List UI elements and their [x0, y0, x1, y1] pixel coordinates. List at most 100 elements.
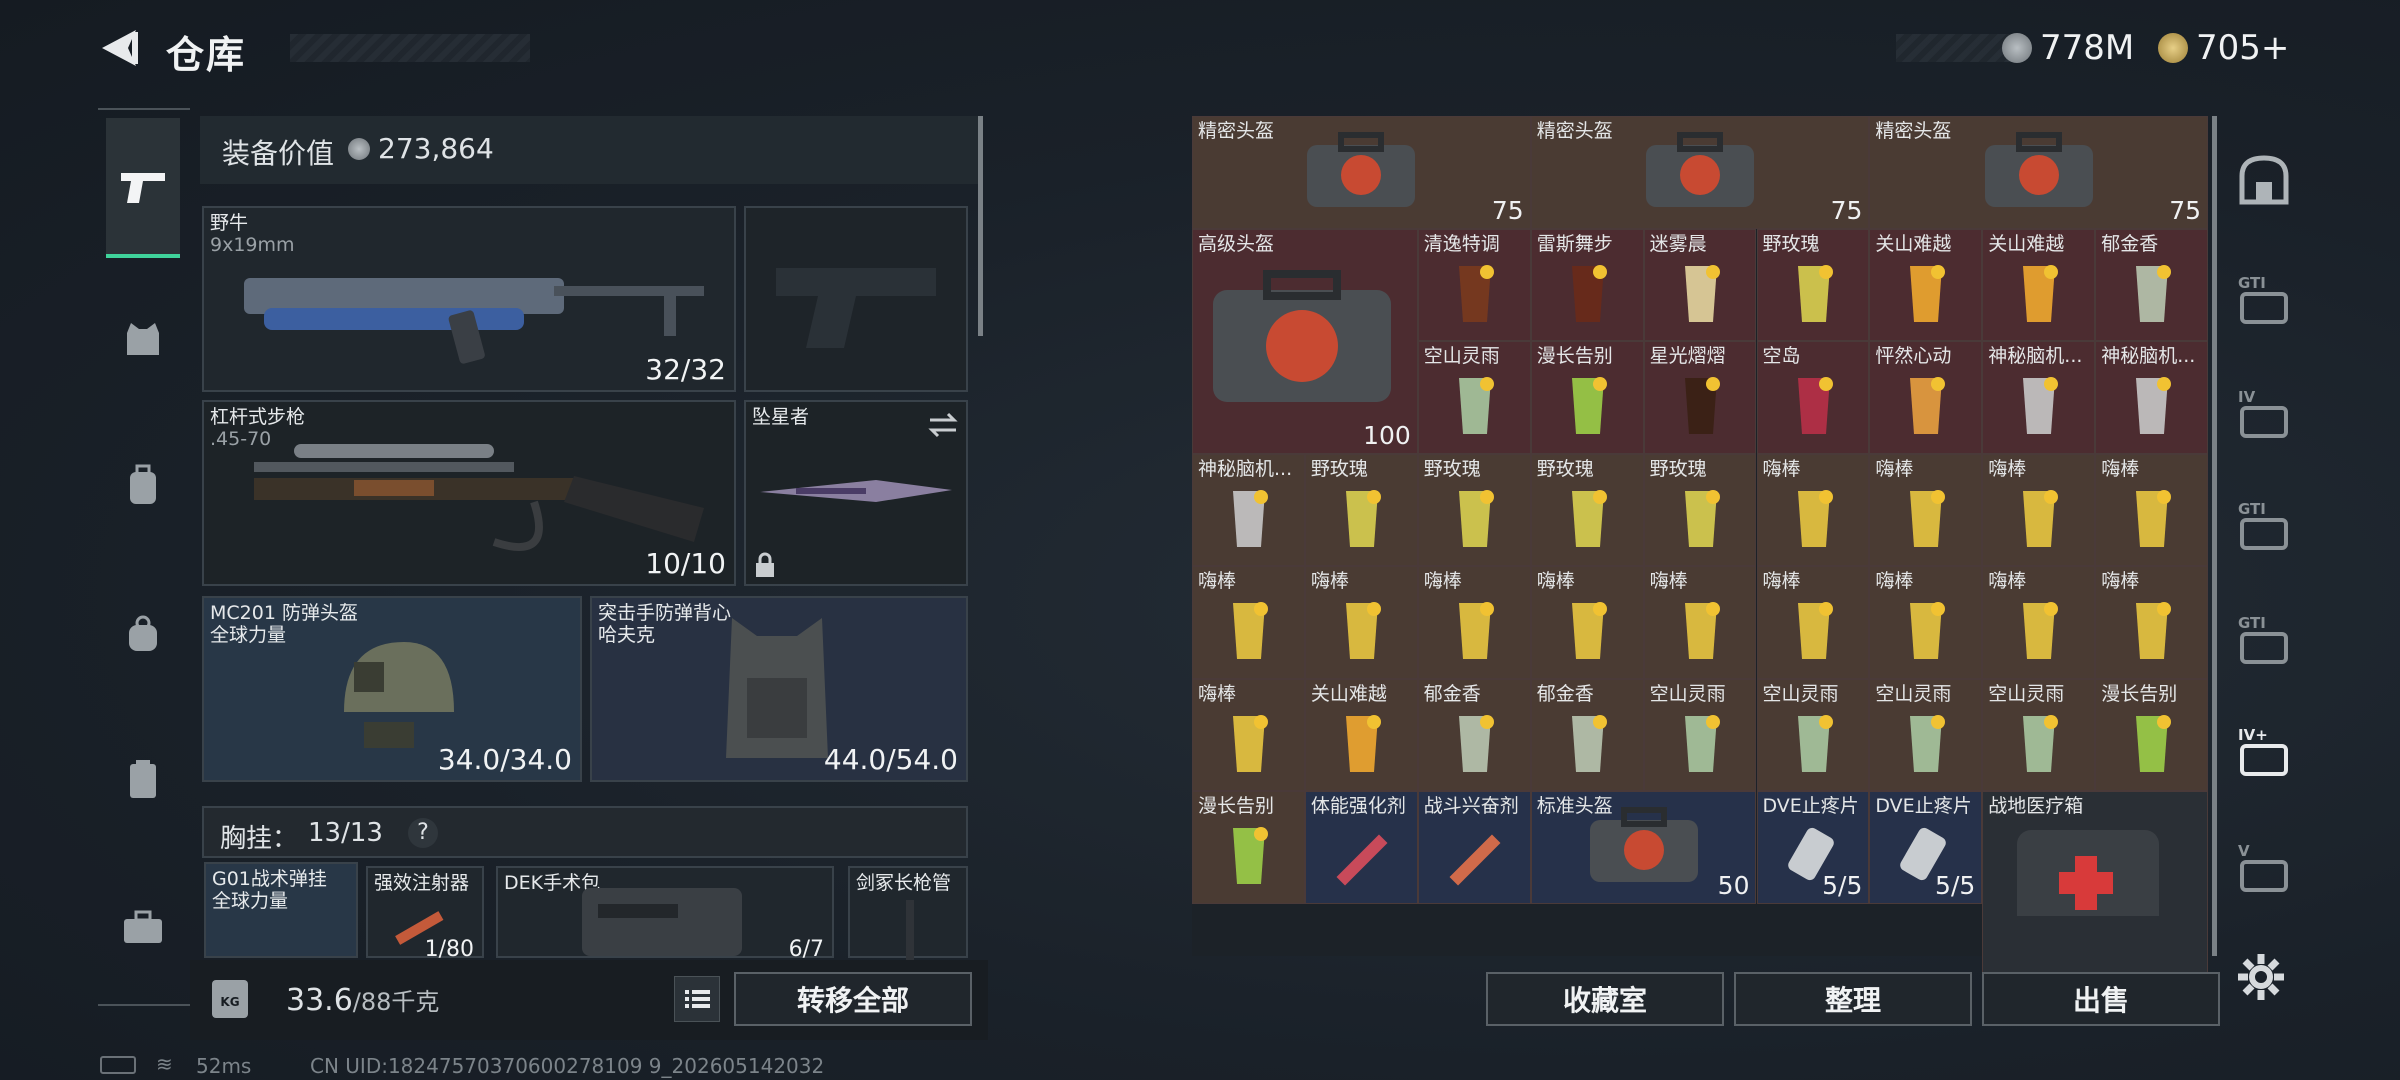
grid-item[interactable]: 嗨棒 [1756, 566, 1870, 679]
container-slot-1-icon[interactable]: GTI [2236, 272, 2292, 328]
grid-item[interactable]: 郁金香 [2095, 228, 2209, 341]
swap-icon[interactable] [928, 412, 958, 438]
sell-button[interactable]: 出售 [1982, 972, 2220, 1026]
grid-item[interactable]: 空岛 [1756, 341, 1870, 454]
grid-item[interactable]: 嗨棒 [2095, 566, 2209, 679]
helmet-durability: 34.0/34.0 [437, 743, 572, 776]
item-name: 嗨棒 [1875, 570, 1914, 592]
grid-item[interactable]: 嗨棒 [1530, 566, 1644, 679]
grid-item[interactable]: 野玫瑰 [1756, 228, 1870, 341]
grid-item[interactable]: 精密头盔 75 [1192, 116, 1531, 229]
grid-item[interactable]: 迷雾晨 [1643, 228, 1757, 341]
grid-item[interactable]: 空山灵雨 [1643, 678, 1757, 791]
grid-item[interactable]: 漫长告别 [2095, 678, 2209, 791]
nav-case[interactable] [108, 892, 178, 962]
grid-item[interactable]: 空山灵雨 [1869, 678, 1983, 791]
grid-item[interactable]: 雷斯舞步 [1530, 228, 1644, 341]
sort-button[interactable]: 整理 [1734, 972, 1972, 1026]
grid-item[interactable]: 嗨棒 [1982, 453, 2096, 566]
vest-slot[interactable]: 突击手防弹背心 哈夫克 44.0/54.0 [590, 596, 968, 782]
grid-item[interactable]: 神秘脑机... [2095, 341, 2209, 454]
grid-item[interactable]: 关山难越 [1304, 678, 1418, 791]
nav-chest-rig[interactable] [108, 744, 178, 814]
grid-item[interactable]: 神秘脑机... [1982, 341, 2096, 454]
pistol-slot[interactable] [744, 206, 968, 392]
grid-item[interactable]: 嗨棒 [1192, 566, 1305, 679]
grid-item[interactable]: 嗨棒 [1192, 678, 1305, 791]
grid-item[interactable]: 标准头盔 50 [1530, 791, 1757, 904]
item-name: 星光熠熠 [1649, 345, 1726, 367]
grid-item[interactable]: 战斗兴奋剂 [1417, 791, 1531, 904]
vest-icon [127, 323, 159, 355]
grid-item[interactable]: 空山灵雨 [1417, 341, 1531, 454]
back-arrow-icon[interactable] [96, 26, 144, 70]
drink-icon [2136, 377, 2172, 434]
chest-rig-header: 胸挂： 13/13 ? [202, 806, 968, 858]
lever-rifle-image [254, 444, 704, 551]
grid-item[interactable]: 郁金香 [1530, 678, 1644, 791]
container-slot-4-icon[interactable]: GTI [2236, 612, 2292, 668]
grid-item[interactable]: 关山难越 [1982, 228, 2096, 341]
grid-item[interactable]: 怦然心动 [1869, 341, 1983, 454]
grid-item[interactable]: DVE止疼片 5/5 [1756, 791, 1870, 904]
nav-backpack[interactable] [108, 450, 178, 520]
grid-item[interactable]: 精密头盔 75 [1869, 116, 2209, 229]
list-view-button[interactable] [674, 976, 720, 1022]
grid-item[interactable]: 嗨棒 [1869, 453, 1983, 566]
rig-item-4[interactable]: 剑冢长枪管 [848, 866, 968, 960]
grid-item[interactable]: 精密头盔 75 [1530, 116, 1870, 229]
grid-item[interactable]: 空山灵雨 [1756, 678, 1870, 791]
help-icon[interactable]: ? [408, 818, 438, 848]
nav-armor[interactable] [108, 304, 178, 374]
grid-item[interactable]: 空山灵雨 [1982, 678, 2096, 791]
item-name: 嗨棒 [1423, 570, 1462, 592]
melee-slot[interactable]: 坠星者 [744, 400, 968, 586]
bag-image [1646, 132, 1755, 207]
grid-item[interactable]: 星光熠熠 [1643, 341, 1757, 454]
settings-gear-icon[interactable] [2236, 952, 2286, 1002]
weapon-slot-1[interactable]: 野牛 9x19mm 32/32 [202, 206, 736, 392]
grid-item[interactable]: 野玫瑰 [1530, 453, 1644, 566]
container-slot-5-icon[interactable]: IV+ [2236, 724, 2292, 780]
nav-weapon[interactable] [108, 152, 178, 222]
weapon-slot-2[interactable]: 杠杆式步枪 .45-70 10/10 [202, 400, 736, 586]
transfer-all-button[interactable]: 转移全部 [734, 972, 972, 1026]
left-scrollbar[interactable] [978, 116, 983, 336]
grid-item[interactable]: 野玫瑰 [1417, 453, 1531, 566]
grid-item[interactable]: 嗨棒 [1304, 566, 1418, 679]
grid-item[interactable]: 嗨棒 [2095, 453, 2209, 566]
grid-item[interactable]: 关山难越 [1869, 228, 1983, 341]
grid-item[interactable]: 高级头盔 100 [1192, 228, 1418, 454]
rig-item-3[interactable]: DEK手术包 6/7 [496, 866, 834, 962]
container-slot-3-icon[interactable]: GTI [2236, 498, 2292, 554]
item-name: DVE止疼片 [1875, 795, 1972, 817]
nav-bag[interactable] [108, 598, 178, 668]
safe-box-icon[interactable] [2236, 152, 2292, 208]
grid-item[interactable]: 嗨棒 [1417, 566, 1531, 679]
drink-icon [1458, 489, 1494, 547]
coupon-icon [2158, 33, 2188, 63]
grid-item[interactable]: 嗨棒 [1756, 453, 1870, 566]
grid-item[interactable]: 野玫瑰 [1643, 453, 1757, 566]
grid-item[interactable]: 漫长告别 [1192, 791, 1305, 904]
grid-item[interactable]: 清逸特调 [1417, 228, 1531, 341]
currency-2[interactable]: 705+ [2158, 28, 2289, 68]
grid-item[interactable]: 野玫瑰 [1304, 453, 1418, 566]
grid-item[interactable]: 体能强化剂 [1304, 791, 1418, 904]
grid-item[interactable]: 郁金香 [1417, 678, 1531, 791]
grid-item[interactable]: 嗨棒 [1643, 566, 1757, 679]
grid-item[interactable]: 神秘脑机... [1192, 453, 1305, 566]
container-slot-6-icon[interactable]: V [2236, 840, 2292, 896]
rig-item-1[interactable]: G01战术弹挂 全球力量 [204, 862, 358, 958]
collection-button[interactable]: 收藏室 [1486, 972, 1724, 1026]
grid-item[interactable]: 漫长告别 [1530, 341, 1644, 454]
helmet-slot[interactable]: MC201 防弹头盔 全球力量 34.0/34.0 [202, 596, 582, 782]
grid-scrollbar[interactable] [2212, 116, 2217, 956]
grid-item[interactable]: DVE止疼片 5/5 [1869, 791, 1983, 904]
grid-item[interactable]: 嗨棒 [1869, 566, 1983, 679]
grid-item[interactable]: 嗨棒 [1982, 566, 2096, 679]
rig-item-2[interactable]: 强效注射器 1/80 [366, 866, 484, 962]
container-slot-2-icon[interactable]: IV [2236, 386, 2292, 442]
item-name: 嗨棒 [1988, 457, 2027, 480]
drink-icon [1345, 602, 1381, 659]
